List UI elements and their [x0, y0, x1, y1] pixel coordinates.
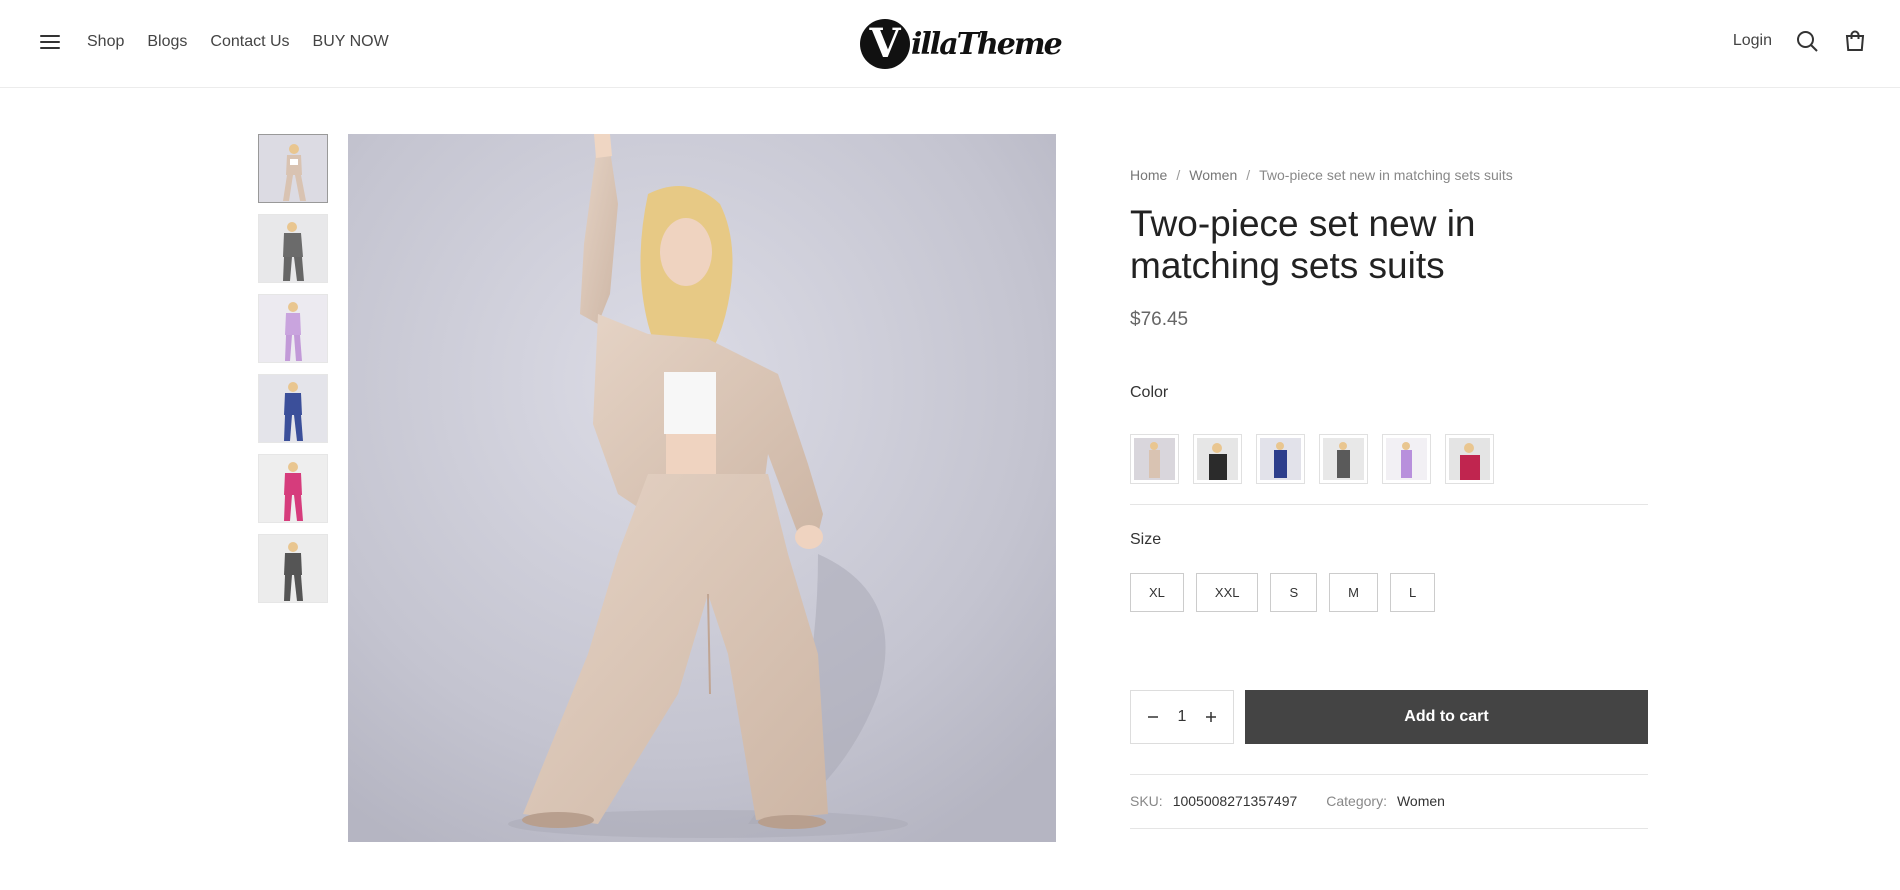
hamburger-menu-icon[interactable] — [40, 33, 62, 51]
color-swatch-lilac[interactable] — [1382, 434, 1431, 484]
sku-value: 1005008271357497 — [1172, 793, 1298, 809]
thumbnail-beige-suit[interactable] — [258, 134, 328, 203]
shopping-bag-icon[interactable] — [1842, 28, 1868, 54]
nav-shop[interactable]: Shop — [87, 33, 124, 51]
login-link[interactable]: Login — [1733, 32, 1772, 50]
color-swatches — [1130, 434, 1648, 505]
size-option-s[interactable]: S — [1270, 573, 1318, 612]
color-label: Color — [1130, 384, 1169, 401]
nav-contact-us[interactable]: Contact Us — [210, 33, 289, 51]
breadcrumb: Home / Women / Two-piece set new in matc… — [1130, 167, 1648, 183]
category-link-women[interactable]: Women — [1397, 793, 1445, 809]
site-logo[interactable]: V illaTheme — [860, 18, 1063, 70]
thumbnail-grey-suit[interactable] — [258, 214, 328, 283]
size-option-m[interactable]: M — [1329, 573, 1378, 612]
category-label: Category: — [1326, 793, 1387, 809]
thumbnail-lilac-suit[interactable] — [258, 294, 328, 363]
color-swatch-beige[interactable] — [1130, 434, 1179, 484]
color-swatch-navy[interactable] — [1256, 434, 1305, 484]
breadcrumb-separator: / — [1176, 167, 1181, 183]
quantity-stepper — [1130, 690, 1234, 744]
breadcrumb-home[interactable]: Home — [1130, 167, 1167, 183]
header-actions: Login — [1733, 28, 1868, 54]
nav-blogs[interactable]: Blogs — [147, 33, 187, 51]
size-options: XL XXL S M L — [1130, 573, 1648, 612]
breadcrumb-women[interactable]: Women — [1189, 167, 1237, 183]
add-to-cart-button[interactable]: Add to cart — [1245, 690, 1648, 744]
thumbnail-blue-suit[interactable] — [258, 374, 328, 443]
plus-icon[interactable] — [1201, 707, 1221, 727]
color-swatch-black[interactable] — [1193, 434, 1242, 484]
thumbnail-charcoal-suit[interactable] — [258, 534, 328, 603]
product-meta: SKU: 1005008271357497 Category: Women — [1130, 774, 1648, 829]
breadcrumb-separator: / — [1246, 167, 1251, 183]
breadcrumb-current: Two-piece set new in matching sets suits — [1259, 167, 1513, 183]
product-summary: Home / Women / Two-piece set new in matc… — [1130, 134, 1648, 829]
main-product-image[interactable] — [348, 134, 1056, 842]
color-swatch-grey[interactable] — [1319, 434, 1368, 484]
minus-icon[interactable] — [1143, 707, 1163, 727]
nav-buy-now[interactable]: BUY NOW — [313, 33, 389, 51]
size-option-l[interactable]: L — [1390, 573, 1436, 612]
sku-label: SKU: — [1130, 793, 1163, 809]
size-option-xl[interactable]: XL — [1130, 573, 1184, 612]
thumbnail-pink-suit[interactable] — [258, 454, 328, 523]
logo-text: illaTheme — [911, 26, 1063, 62]
search-icon[interactable] — [1794, 28, 1820, 54]
product-price: $76.45 — [1130, 309, 1189, 330]
site-header: Shop Blogs Contact Us BUY NOW V illaThem… — [0, 0, 1900, 88]
add-to-cart-row: Add to cart — [1130, 690, 1648, 744]
size-option-xxl[interactable]: XXL — [1195, 573, 1259, 612]
quantity-input[interactable] — [1167, 708, 1197, 726]
logo-mark: V — [860, 19, 910, 69]
product-title: Two-piece set new in matching sets suits — [1130, 203, 1476, 286]
color-swatch-crimson[interactable] — [1445, 434, 1494, 484]
main-nav: Shop Blogs Contact Us BUY NOW — [87, 33, 389, 51]
size-label: Size — [1130, 531, 1162, 548]
thumbnail-list — [258, 134, 328, 614]
